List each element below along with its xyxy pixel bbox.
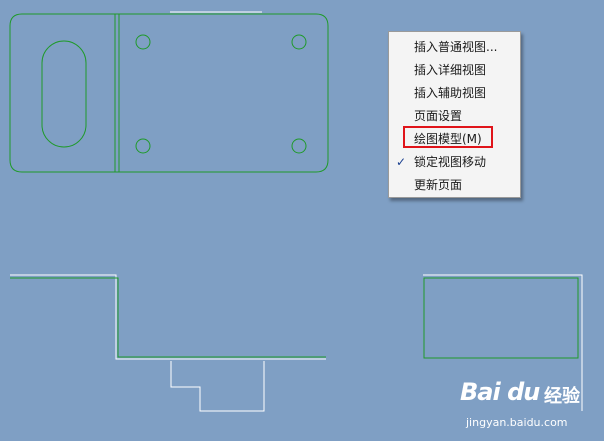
top-view-hole-bl: [135, 138, 151, 154]
context-menu: 插入普通视图... 插入详细视图 插入辅助视图 页面设置 绘图模型(M) ✓ 锁…: [388, 31, 521, 198]
menu-item-label: 插入详细视图: [414, 63, 487, 77]
top-view-slot: [41, 40, 87, 148]
menu-item-label: 插入辅助视图: [414, 86, 487, 100]
front-view-tab: [170, 361, 265, 412]
watermark-url: jingyan.baidu.com: [466, 416, 568, 429]
menu-item-drawing-model[interactable]: 绘图模型(M): [389, 128, 520, 151]
front-view-profile-green: [10, 277, 326, 358]
menu-item-insert-detailed-view[interactable]: 插入详细视图: [389, 59, 520, 82]
menu-item-insert-auxiliary-view[interactable]: 插入辅助视图: [389, 82, 520, 105]
side-view-outline-green: [423, 277, 579, 359]
watermark: Bai du 经验 jingyan.baidu.com: [460, 378, 600, 436]
top-view-outline: [9, 13, 329, 173]
front-view-profile-white: [10, 274, 326, 360]
menu-item-label: 锁定视图移动: [414, 155, 487, 169]
menu-item-page-setup[interactable]: 页面设置: [389, 105, 520, 128]
menu-item-label: 插入普通视图...: [414, 40, 498, 54]
menu-item-insert-general-view[interactable]: 插入普通视图...: [389, 36, 520, 59]
menu-item-label: 页面设置: [414, 109, 463, 123]
menu-item-label: 更新页面: [414, 178, 463, 192]
watermark-brand: Bai du: [460, 378, 540, 406]
watermark-brand-cn: 经验: [544, 386, 580, 407]
check-icon: ✓: [396, 155, 407, 169]
top-view[interactable]: [9, 13, 329, 173]
front-view[interactable]: [10, 274, 326, 412]
top-view-hole-tl: [135, 34, 151, 50]
top-view-hole-tr: [291, 34, 307, 50]
menu-item-label: 绘图模型(M): [414, 132, 482, 146]
menu-item-update-page[interactable]: 更新页面: [389, 174, 520, 197]
top-view-hole-br: [291, 138, 307, 154]
menu-item-lock-view-movement[interactable]: ✓ 锁定视图移动: [389, 151, 520, 174]
